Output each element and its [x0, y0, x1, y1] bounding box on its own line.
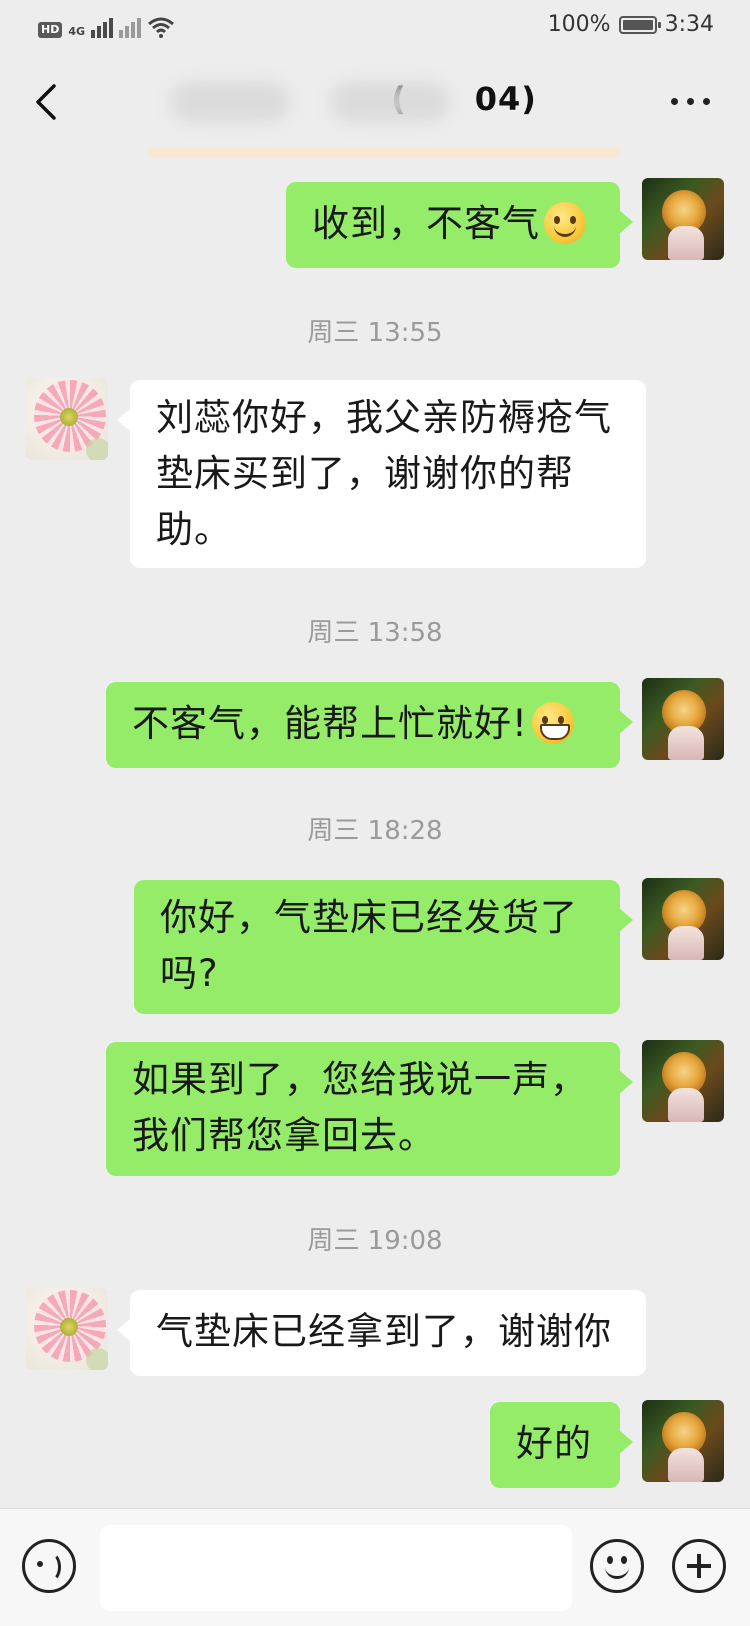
avatar-self[interactable] — [642, 1040, 724, 1122]
message-line: 你好，气垫床已经发货了 — [160, 896, 578, 939]
previous-message-edge — [148, 148, 620, 158]
redacted-name — [170, 82, 290, 122]
message-input[interactable] — [100, 1525, 572, 1611]
message-line: 刘蕊你好，我父亲防褥疮气 — [156, 396, 612, 439]
message-text: 不客气，能帮上忙就好! — [132, 702, 528, 745]
plus-icon[interactable] — [672, 1539, 726, 1593]
redacted-number — [330, 82, 450, 122]
battery-percent: 100% — [547, 12, 611, 37]
timestamp: 周三 18:28 — [307, 816, 443, 846]
message-bubble-self[interactable]: 好的 — [490, 1402, 633, 1488]
avatar-other[interactable] — [26, 378, 108, 460]
grin-emoji-icon — [531, 702, 574, 744]
message-line: 如果到了，您给我说一声， — [132, 1058, 588, 1101]
timestamp: 周三 13:58 — [307, 618, 443, 648]
network-label: 4G — [68, 25, 86, 38]
message-bubble-self[interactable]: 收到，不客气 — [286, 182, 633, 268]
message-bubble-self[interactable]: 如果到了，您给我说一声， 我们帮您拿回去。 — [106, 1042, 633, 1176]
signal-icon — [91, 16, 114, 38]
emoji-icon[interactable] — [590, 1539, 644, 1593]
battery-icon — [618, 15, 661, 34]
status-bar: HD 4G 100% 3:34 — [0, 0, 750, 52]
smile-emoji-icon — [544, 202, 586, 244]
signal-icon-2 — [119, 16, 142, 38]
message-bubble-self[interactable]: 不客气，能帮上忙就好! — [106, 682, 633, 768]
avatar-other[interactable] — [26, 1288, 108, 1370]
avatar-self[interactable] — [642, 678, 724, 760]
avatar-self[interactable] — [642, 178, 724, 260]
avatar-self[interactable] — [642, 878, 724, 960]
clock: 3:34 — [664, 12, 714, 37]
message-line: 吗? — [160, 952, 219, 995]
hd-badge: HD — [38, 22, 63, 38]
message-bubble-other[interactable]: 气垫床已经拿到了，谢谢你 — [117, 1290, 646, 1376]
title-bar: ____(____04) — [0, 52, 750, 152]
message-line: 助。 — [156, 508, 232, 551]
message-line: 垫床买到了，谢谢你的帮 — [156, 452, 574, 495]
page-title-suffix: 04) — [474, 80, 537, 118]
message-bubble-self[interactable]: 你好，气垫床已经发货了 吗? — [134, 880, 633, 1014]
timestamp: 周三 13:55 — [307, 318, 443, 348]
wifi-icon — [148, 17, 174, 38]
status-left: HD 4G — [38, 12, 175, 38]
message-bubble-other[interactable]: 刘蕊你好，我父亲防褥疮气 垫床买到了，谢谢你的帮 助。 — [117, 380, 646, 568]
message-text: 好的 — [516, 1422, 592, 1465]
more-dots-icon[interactable] — [671, 98, 710, 105]
message-line: 我们帮您拿回去。 — [132, 1114, 436, 1157]
timestamp: 周三 19:08 — [307, 1226, 443, 1256]
message-text: 气垫床已经拿到了，谢谢你 — [156, 1310, 612, 1353]
message-text: 收到，不客气 — [312, 202, 540, 245]
avatar-self[interactable] — [642, 1400, 724, 1482]
input-bar — [0, 1508, 750, 1626]
status-right: 100% 3:34 — [548, 12, 714, 37]
battery-fill — [622, 19, 653, 30]
voice-icon[interactable] — [22, 1539, 76, 1593]
